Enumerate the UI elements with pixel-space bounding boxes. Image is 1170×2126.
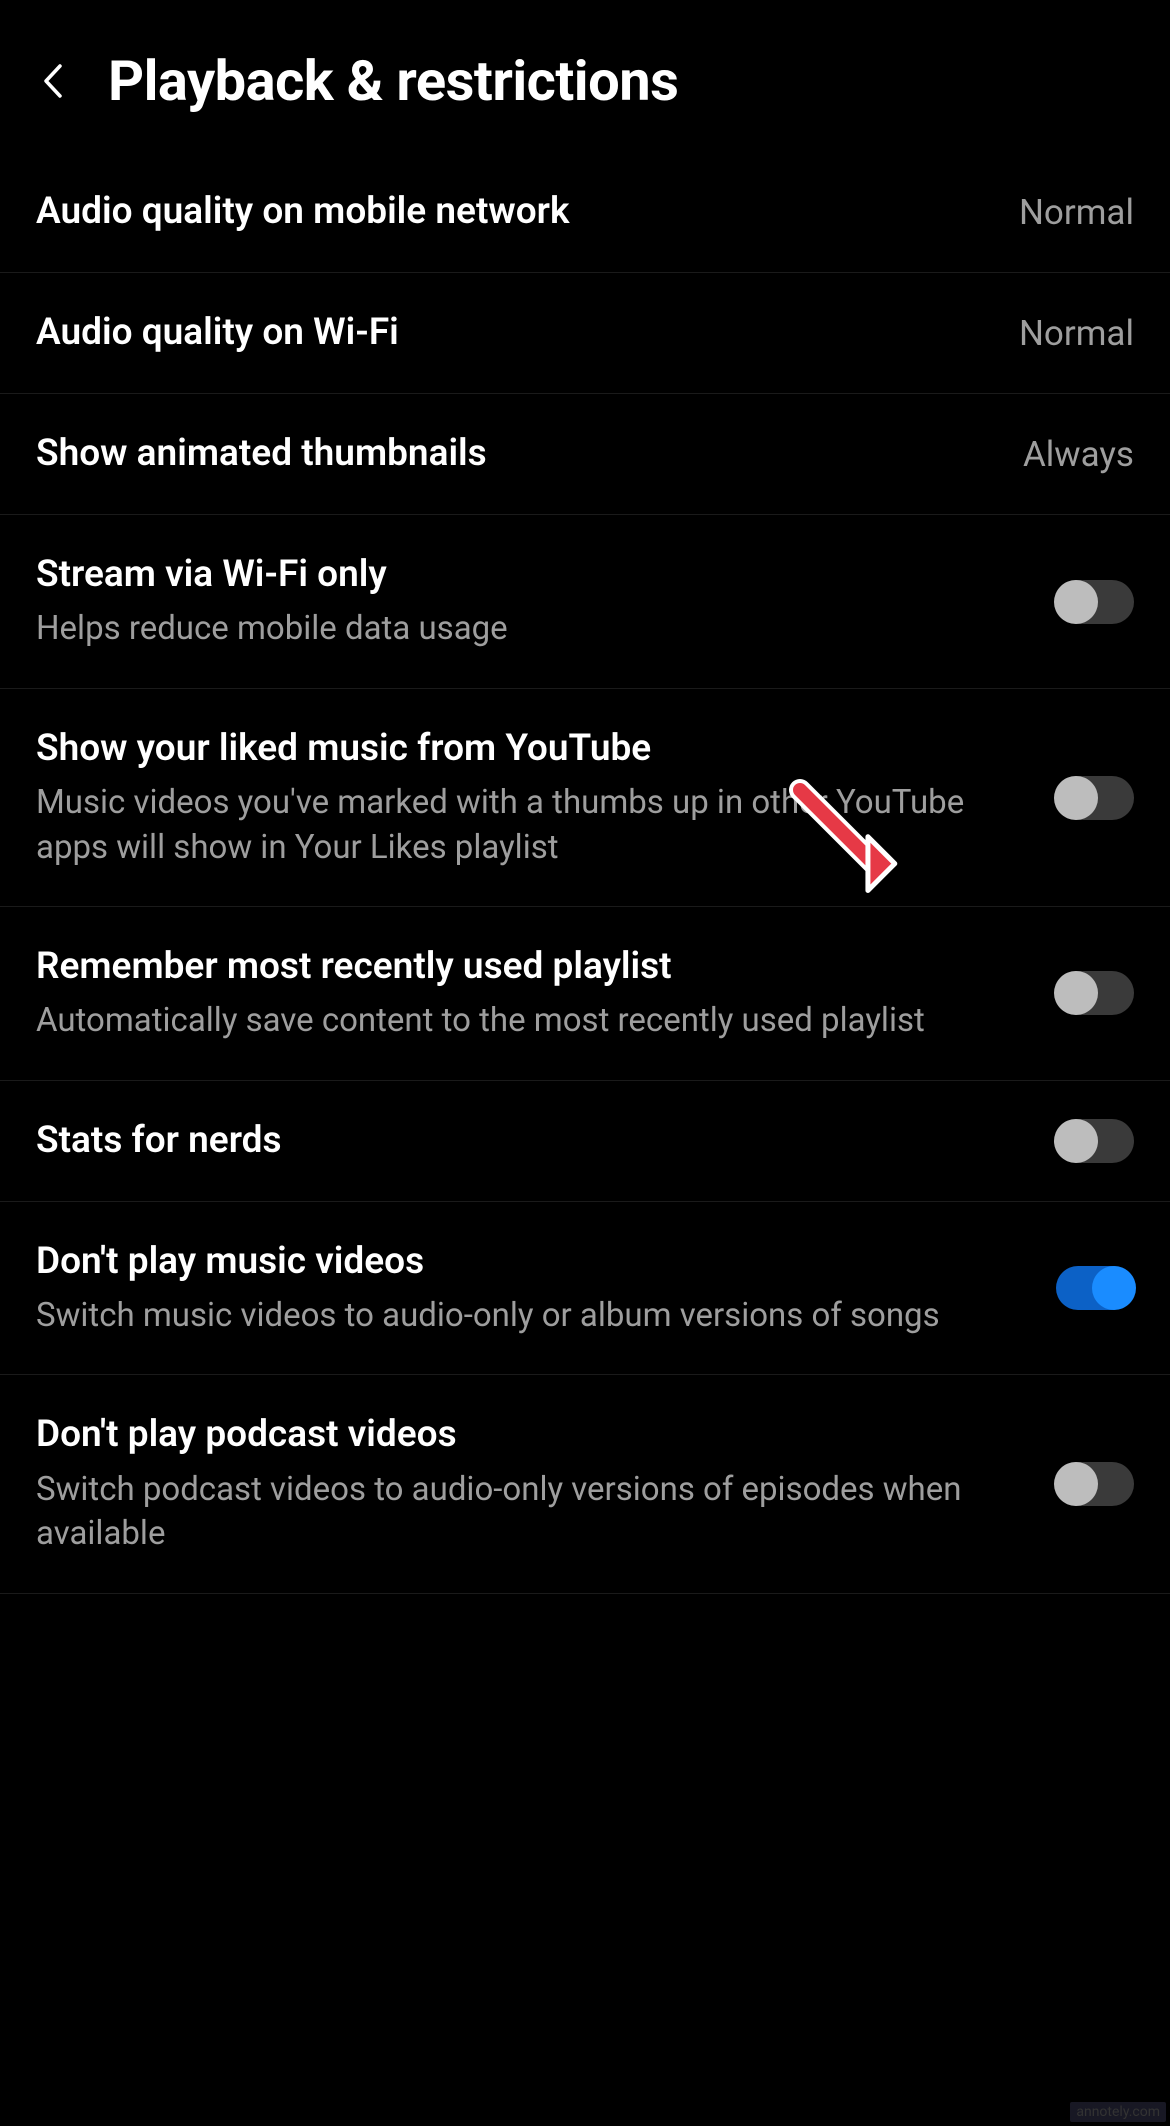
setting-text: Don't play podcast videos Switch podcast… (36, 1411, 1056, 1556)
toggle-knob (1054, 1119, 1098, 1163)
setting-text: Show animated thumbnails (36, 430, 1023, 478)
setting-title: Show animated thumbnails (36, 430, 1003, 478)
page-title: Playback & restrictions (108, 48, 678, 114)
setting-value: Normal (1019, 313, 1134, 354)
setting-text: Stream via Wi-Fi only Helps reduce mobil… (36, 551, 1056, 652)
setting-value: Normal (1019, 192, 1134, 233)
setting-no-podcast-videos[interactable]: Don't play podcast videos Switch podcast… (0, 1375, 1170, 1593)
setting-no-music-videos[interactable]: Don't play music videos Switch music vid… (0, 1202, 1170, 1376)
setting-text: Don't play music videos Switch music vid… (36, 1238, 1056, 1339)
setting-text: Audio quality on mobile network (36, 188, 1019, 236)
setting-title: Show your liked music from YouTube (36, 725, 1036, 773)
setting-title: Stats for nerds (36, 1117, 1036, 1165)
setting-subtitle: Switch podcast videos to audio-only vers… (36, 1468, 1036, 1557)
toggle-knob (1054, 971, 1098, 1015)
toggle-remember-playlist[interactable] (1056, 971, 1134, 1015)
setting-title: Don't play music videos (36, 1238, 1036, 1286)
setting-subtitle: Helps reduce mobile data usage (36, 607, 1036, 652)
setting-title: Stream via Wi-Fi only (36, 551, 1036, 599)
setting-audio-wifi[interactable]: Audio quality on Wi-Fi Normal (0, 273, 1170, 394)
setting-title: Remember most recently used playlist (36, 943, 1036, 991)
setting-text: Remember most recently used playlist Aut… (36, 943, 1056, 1044)
toggle-no-music-videos[interactable] (1056, 1266, 1134, 1310)
chevron-left-icon (40, 62, 64, 100)
setting-text: Stats for nerds (36, 1117, 1056, 1165)
settings-list: Audio quality on mobile network Normal A… (0, 152, 1170, 1594)
setting-title: Audio quality on Wi-Fi (36, 309, 999, 357)
setting-thumbnails[interactable]: Show animated thumbnails Always (0, 394, 1170, 515)
toggle-knob (1054, 1462, 1098, 1506)
setting-text: Audio quality on Wi-Fi (36, 309, 1019, 357)
setting-title: Don't play podcast videos (36, 1411, 1036, 1459)
toggle-knob (1054, 580, 1098, 624)
setting-audio-mobile[interactable]: Audio quality on mobile network Normal (0, 152, 1170, 273)
toggle-stats-nerds[interactable] (1056, 1119, 1134, 1163)
back-button[interactable] (36, 65, 68, 97)
toggle-liked-music[interactable] (1056, 776, 1134, 820)
setting-stream-wifi[interactable]: Stream via Wi-Fi only Helps reduce mobil… (0, 515, 1170, 689)
header: Playback & restrictions (0, 0, 1170, 152)
setting-remember-playlist[interactable]: Remember most recently used playlist Aut… (0, 907, 1170, 1081)
setting-subtitle: Switch music videos to audio-only or alb… (36, 1294, 1036, 1339)
setting-stats-nerds[interactable]: Stats for nerds (0, 1081, 1170, 1202)
setting-value: Always (1023, 434, 1134, 475)
toggle-no-podcast-videos[interactable] (1056, 1462, 1134, 1506)
watermark: annotely.com (1070, 2102, 1166, 2122)
setting-liked-music[interactable]: Show your liked music from YouTube Music… (0, 689, 1170, 907)
setting-text: Show your liked music from YouTube Music… (36, 725, 1056, 870)
setting-title: Audio quality on mobile network (36, 188, 999, 236)
toggle-stream-wifi[interactable] (1056, 580, 1134, 624)
setting-subtitle: Automatically save content to the most r… (36, 999, 1036, 1044)
setting-subtitle: Music videos you've marked with a thumbs… (36, 781, 1036, 870)
toggle-knob (1054, 776, 1098, 820)
toggle-knob (1092, 1266, 1136, 1310)
